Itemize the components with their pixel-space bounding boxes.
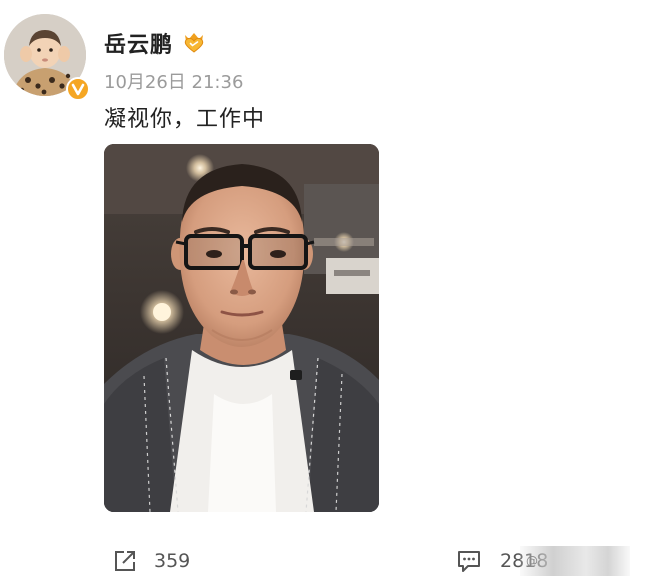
post-timestamp[interactable]: 10月26日 21:36 <box>104 68 243 94</box>
verified-v-icon <box>66 77 90 101</box>
post-photo[interactable] <box>104 144 379 512</box>
username[interactable]: 岳云鹏 <box>104 27 173 59</box>
repost-icon <box>115 551 135 571</box>
post-text: 凝视你，工作中 <box>104 107 266 132</box>
weibo-logo-icon: @ <box>526 554 538 568</box>
weibo-watermark: @ <box>520 546 630 576</box>
comment-icon <box>458 551 480 572</box>
selfie-photo <box>104 144 379 512</box>
repost-button[interactable]: 359 <box>112 547 190 575</box>
repost-count: 359 <box>154 550 191 572</box>
vip-heart-crown-icon[interactable] <box>182 31 206 53</box>
